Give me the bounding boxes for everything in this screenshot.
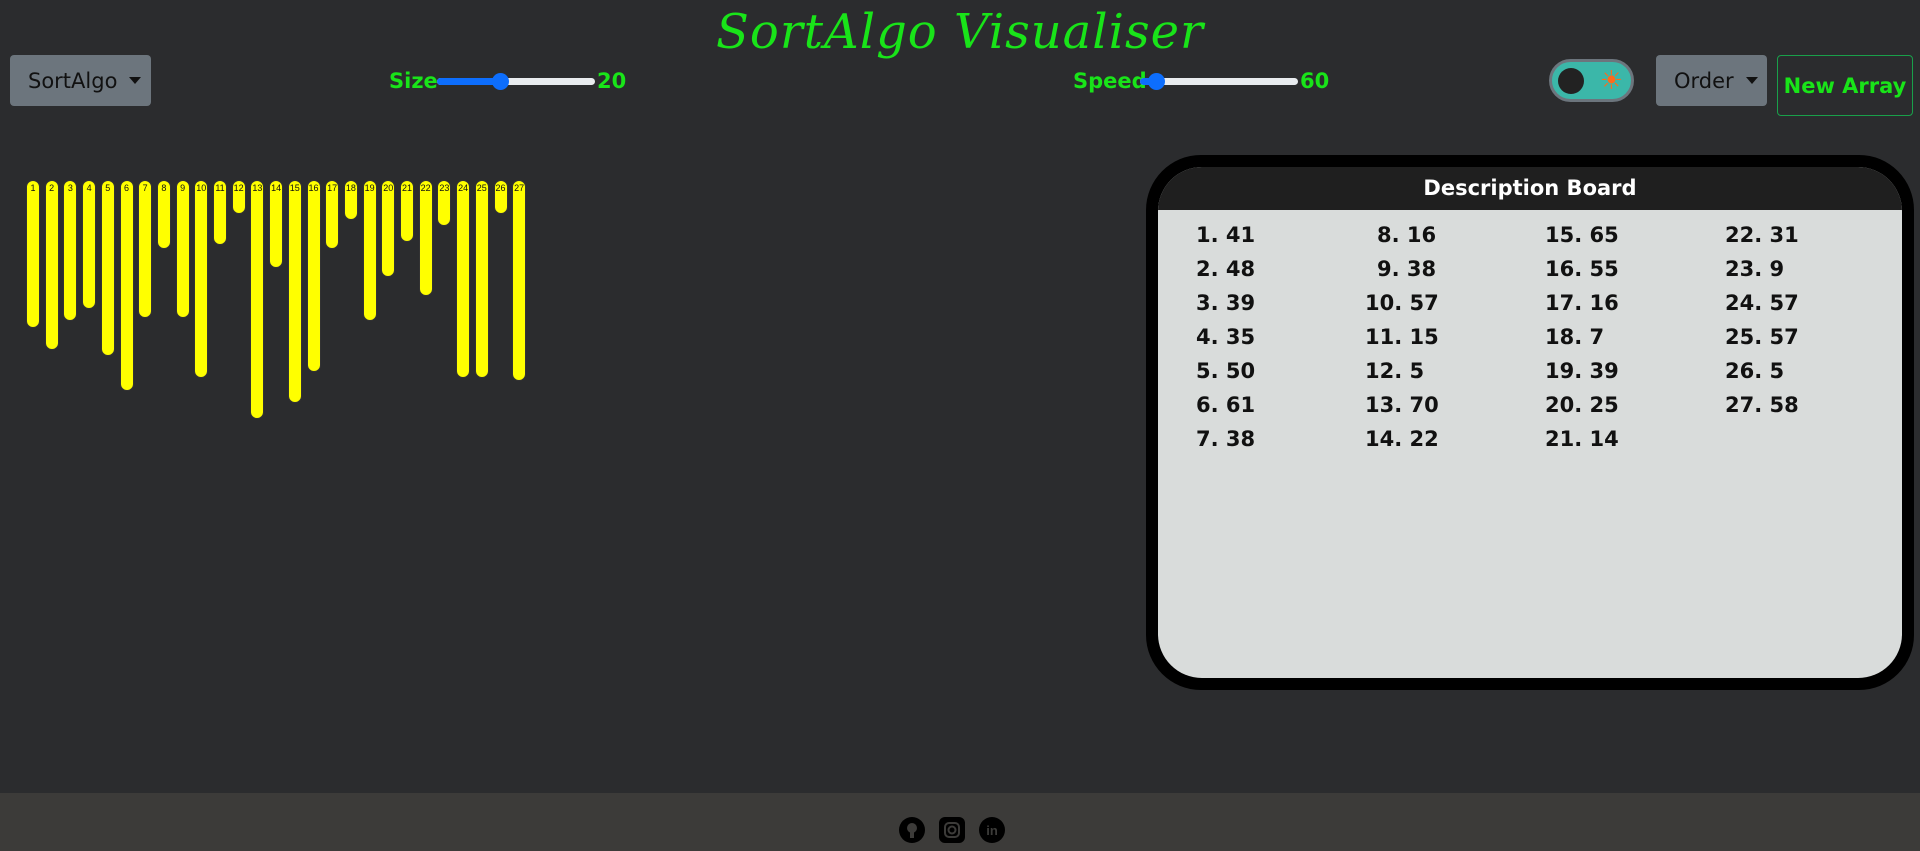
instagram-icon[interactable] bbox=[939, 817, 965, 843]
bar-index-label: 19 bbox=[364, 183, 375, 193]
bar-index-label: 21 bbox=[401, 183, 412, 193]
array-bar bbox=[175, 180, 190, 319]
bar-index-label: 14 bbox=[271, 183, 282, 193]
board-item: 19. 39 bbox=[1545, 359, 1619, 383]
order-label: Order bbox=[1674, 68, 1734, 93]
bar-index-label: 18 bbox=[345, 183, 356, 193]
bar-index-label: 3 bbox=[67, 183, 73, 193]
bar-index-label: 13 bbox=[252, 183, 263, 193]
array-bar bbox=[63, 180, 78, 322]
board-item: 18. 7 bbox=[1545, 325, 1605, 349]
footer: in bbox=[0, 793, 1920, 851]
board-item: 25. 57 bbox=[1725, 325, 1799, 349]
array-bar bbox=[26, 180, 40, 328]
bar-index-label: 5 bbox=[105, 183, 111, 193]
board-column-4: 22. 31 23. 9 24. 57 25. 57 26. 5 27. 58 bbox=[1725, 223, 1799, 427]
description-board: Description Board 1. 41 2. 48 3. 39 4. 3… bbox=[1146, 155, 1914, 690]
board-item: 16. 55 bbox=[1545, 257, 1619, 281]
bar-index-label: 7 bbox=[142, 183, 148, 193]
board-item: 2. 48 bbox=[1196, 257, 1256, 281]
board-item: 14. 22 bbox=[1365, 427, 1439, 451]
array-bar bbox=[362, 180, 377, 322]
description-board-title: Description Board bbox=[1158, 167, 1902, 210]
board-item: 3. 39 bbox=[1196, 291, 1256, 315]
board-item: 12. 5 bbox=[1365, 359, 1425, 383]
theme-toggle[interactable]: ☀ bbox=[1549, 59, 1634, 102]
array-bar bbox=[269, 180, 284, 268]
board-item: 10. 57 bbox=[1365, 291, 1439, 315]
bar-index-label: 25 bbox=[476, 183, 487, 193]
board-item: 4. 35 bbox=[1196, 325, 1256, 349]
board-item: 27. 58 bbox=[1725, 393, 1799, 417]
bar-index-label: 26 bbox=[495, 183, 506, 193]
board-item: 24. 57 bbox=[1725, 291, 1799, 315]
order-dropdown-button[interactable]: Order bbox=[1656, 55, 1767, 106]
linkedin-icon[interactable]: in bbox=[979, 817, 1005, 843]
board-item: 7. 38 bbox=[1196, 427, 1256, 451]
new-array-button[interactable]: New Array bbox=[1777, 55, 1913, 116]
toggle-knob bbox=[1558, 68, 1584, 94]
bars-visualisation: 1 2 3 4 5 6 7 8 9 10 11 12 13 14 15 16 17 18 19 20 21 22 23 24 2… bbox=[0, 0, 1100, 800]
array-bar bbox=[512, 180, 527, 382]
bar-index-label: 17 bbox=[327, 183, 338, 193]
bar-index-label: 12 bbox=[233, 183, 244, 193]
github-icon[interactable] bbox=[899, 817, 925, 843]
bar-index-label: 20 bbox=[383, 183, 394, 193]
board-item: 20. 25 bbox=[1545, 393, 1619, 417]
bar-index-label: 16 bbox=[308, 183, 319, 193]
array-bar bbox=[474, 180, 489, 379]
board-item: 5. 50 bbox=[1196, 359, 1256, 383]
board-item: 1. 41 bbox=[1196, 223, 1256, 247]
bar-index-label: 2 bbox=[49, 183, 55, 193]
bar-index-label: 10 bbox=[196, 183, 207, 193]
board-item: 21. 14 bbox=[1545, 427, 1619, 451]
board-column-2: 8. 16 9. 38 10. 57 11. 15 12. 5 13. 70 1… bbox=[1365, 223, 1439, 461]
bar-index-label: 4 bbox=[86, 183, 92, 193]
array-bar bbox=[287, 180, 302, 404]
board-item: 9. 38 bbox=[1377, 257, 1437, 281]
array-bar bbox=[138, 180, 153, 319]
board-item: 13. 70 bbox=[1365, 393, 1439, 417]
array-bar bbox=[418, 180, 433, 296]
bar-index-label: 9 bbox=[180, 183, 186, 193]
board-item: 8. 16 bbox=[1377, 223, 1437, 247]
array-bar bbox=[119, 180, 134, 391]
array-bar bbox=[250, 180, 265, 420]
board-item: 15. 65 bbox=[1545, 223, 1619, 247]
bar-index-label: 6 bbox=[123, 183, 129, 193]
array-bar bbox=[100, 180, 115, 356]
bar-index-label: 1 bbox=[30, 183, 36, 193]
board-item: 6. 61 bbox=[1196, 393, 1256, 417]
array-bar bbox=[194, 180, 209, 379]
description-board-body: Description Board 1. 41 2. 48 3. 39 4. 3… bbox=[1158, 167, 1902, 678]
board-item: 26. 5 bbox=[1725, 359, 1785, 383]
caret-down-icon bbox=[1745, 77, 1758, 84]
array-bar bbox=[306, 180, 321, 372]
board-item: 11. 15 bbox=[1365, 325, 1439, 349]
bar-index-label: 27 bbox=[514, 183, 525, 193]
speed-slider[interactable] bbox=[1140, 73, 1298, 90]
array-bar bbox=[381, 180, 396, 277]
bar-index-label: 22 bbox=[420, 183, 431, 193]
sun-icon: ☀ bbox=[1599, 66, 1623, 96]
board-item: 22. 31 bbox=[1725, 223, 1799, 247]
bar-index-label: 24 bbox=[458, 183, 469, 193]
bar-index-label: 11 bbox=[215, 183, 225, 193]
array-bar bbox=[44, 180, 59, 350]
board-item: 17. 16 bbox=[1545, 291, 1619, 315]
board-column-3: 15. 65 16. 55 17. 16 18. 7 19. 39 20. 25… bbox=[1545, 223, 1619, 461]
array-bar bbox=[456, 180, 471, 379]
bar-index-label: 15 bbox=[289, 183, 300, 193]
bar-index-label: 8 bbox=[161, 183, 167, 193]
speed-slider-thumb[interactable] bbox=[1147, 73, 1165, 90]
board-item: 23. 9 bbox=[1725, 257, 1785, 281]
speed-value: 60 bbox=[1300, 69, 1330, 93]
bar-index-label: 23 bbox=[439, 183, 450, 193]
array-bar bbox=[82, 180, 97, 309]
board-column-1: 1. 41 2. 48 3. 39 4. 35 5. 50 6. 61 7. 3… bbox=[1196, 223, 1255, 461]
